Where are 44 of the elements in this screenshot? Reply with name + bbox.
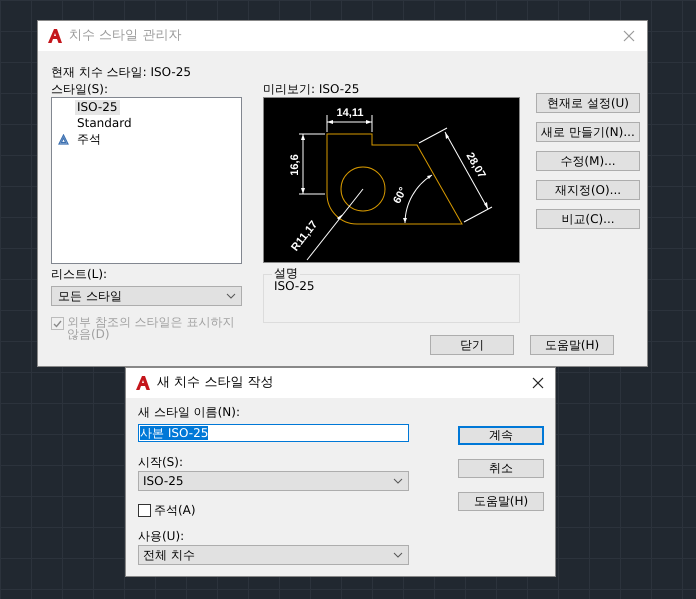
caret-icon <box>226 293 236 299</box>
preview-label: 미리보기: ISO-25 <box>263 82 360 96</box>
caret-icon <box>393 478 403 484</box>
dialog-button[interactable]: 닫기 <box>430 335 514 355</box>
current-style-label: 현재 치수 스타일: ISO-25 <box>51 65 192 80</box>
dialog-button[interactable]: 취소 <box>458 459 544 478</box>
name-field[interactable]: 사본 ISO-25 <box>138 424 409 442</box>
styles-label: 스타일(S): <box>51 82 110 96</box>
dimension-text: 14,11 <box>336 107 364 119</box>
dialog-button[interactable]: 현재로 설정(U) <box>536 93 640 113</box>
dialog-button[interactable]: 수정(M)... <box>536 151 640 171</box>
list-item[interactable]: ISO-25 <box>75 100 120 114</box>
list-label: 리스트(L): <box>51 266 108 282</box>
use-label: 사용(U): <box>138 529 186 543</box>
check-icon <box>53 320 62 328</box>
dialog-button[interactable]: 비교(C)... <box>536 209 640 229</box>
dialog-button[interactable]: 도움말(H) <box>458 492 544 511</box>
close-icon[interactable] <box>532 377 544 389</box>
list-dropdown[interactable]: 모든 스타일 <box>51 286 242 306</box>
app-logo-icon <box>135 375 151 391</box>
checkbox-label: 외부 참조의 스타일은 표시하지 않음(D) <box>67 316 236 340</box>
list-item[interactable]: 주석 <box>75 132 103 146</box>
dialog-button[interactable]: 계속 <box>458 426 544 445</box>
styles-listbox[interactable]: ISO-25 Standard 주석 <box>51 97 242 264</box>
checkbox[interactable] <box>138 504 151 516</box>
dialog-button[interactable]: 도움말(H) <box>530 335 614 355</box>
dimension-text: 16,6 <box>289 154 301 176</box>
checkbox-label: 주석(A) <box>154 502 196 519</box>
window-title: 새 치수 스타일 작성 <box>157 374 274 392</box>
caret-icon <box>393 552 403 558</box>
dialog-button[interactable]: 재지정(O)... <box>536 180 640 200</box>
start-dropdown[interactable]: ISO-25 <box>138 471 409 491</box>
dimension-text: 60° <box>391 185 410 206</box>
use-dropdown[interactable]: 전체 치수 <box>138 545 409 565</box>
app-logo-icon <box>47 28 63 44</box>
hole-circle <box>340 166 386 212</box>
window-title: 치수 스타일 관리자 <box>69 27 182 46</box>
group-label: 설명 <box>272 267 300 279</box>
annotative-icon <box>58 134 69 144</box>
dialog-button[interactable]: 새로 만들기(N)... <box>536 122 640 142</box>
start-label: 시작(S): <box>138 455 184 469</box>
description-text: ISO-25 <box>273 279 316 293</box>
list-item[interactable]: Standard <box>75 116 134 130</box>
name-label: 새 스타일 이름(N): <box>138 405 242 419</box>
